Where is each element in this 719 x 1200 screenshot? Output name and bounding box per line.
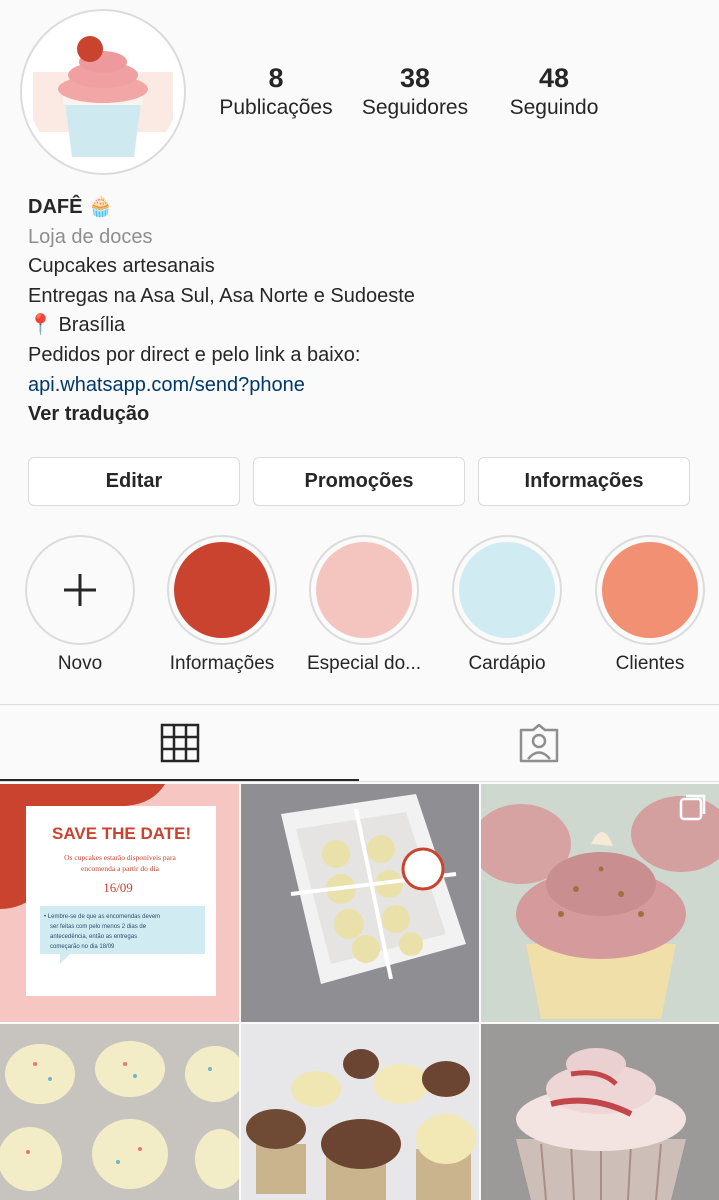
- cupcake-logo-icon: [28, 17, 178, 167]
- bio-link[interactable]: api.whatsapp.com/send?phone: [28, 371, 708, 401]
- highlight-label: Novo: [57, 653, 103, 674]
- mixed-cupcakes-photo: [241, 1024, 479, 1200]
- profile-avatar[interactable]: [20, 9, 186, 175]
- post-text: • Lembre-se de que as encomendas devem: [44, 914, 160, 920]
- cupcake-box-photo: [241, 784, 479, 1022]
- save-the-date-graphic: SAVE THE DATE! Os cupcakes estarão dispo…: [0, 784, 239, 1022]
- bio-line: Entregas na Asa Sul, Asa Norte e Sudoest…: [28, 284, 415, 307]
- post-thumbnail[interactable]: SAVE THE DATE! Os cupcakes estarão dispo…: [0, 784, 239, 1022]
- posts-count: 8: [268, 63, 284, 93]
- highlight-cover: [602, 542, 698, 638]
- highlight-label: Cardápio: [468, 653, 546, 674]
- bio-line: Pedidos por direct e pelo link a baixo:: [28, 343, 361, 366]
- following-label: Seguindo: [509, 96, 599, 119]
- post-date: 16/09: [103, 880, 133, 895]
- highlight-informacoes[interactable]: Informações: [152, 535, 292, 675]
- highlight-clientes[interactable]: Clientes: [580, 535, 719, 675]
- stat-followers[interactable]: 38 Seguidores: [347, 62, 483, 122]
- tab-grid[interactable]: [0, 705, 359, 781]
- plus-icon: [64, 574, 96, 606]
- post-thumbnail[interactable]: [241, 1024, 479, 1200]
- highlight-cover: [174, 542, 270, 638]
- highlight-especial[interactable]: Especial do...: [294, 535, 434, 675]
- following-count: 48: [538, 63, 570, 93]
- post-text: ser feitas com pelo menos 2 dias de: [50, 924, 147, 930]
- post-thumbnail[interactable]: [481, 784, 719, 1022]
- post-thumbnail[interactable]: [481, 1024, 719, 1200]
- profile-name: DAFÊ 🧁: [28, 196, 113, 218]
- highlight-cover: [459, 542, 555, 638]
- edit-profile-button[interactable]: Editar: [28, 457, 240, 506]
- bio-line: Cupcakes artesanais: [28, 255, 215, 278]
- highlight-cardapio[interactable]: Cardápio: [437, 535, 577, 675]
- stat-following[interactable]: 48 Seguindo: [489, 62, 619, 122]
- promotions-button[interactable]: Promoções: [253, 457, 465, 506]
- highlight-ring: [309, 535, 419, 645]
- post-text: antecedência, então as entregas: [50, 934, 137, 940]
- highlight-label: Especial do...: [306, 653, 422, 674]
- avatar: [28, 17, 178, 167]
- bio-line: 📍 Brasília: [28, 314, 126, 337]
- cupcake-tray-photo: [0, 1024, 239, 1200]
- stat-posts[interactable]: 8 Publicações: [205, 62, 347, 122]
- highlight-ring: [452, 535, 562, 645]
- post-text: Os cupcakes estarão disponíveis para: [64, 853, 176, 862]
- tagged-person-icon: [519, 723, 559, 763]
- profile-category: Loja de doces: [28, 225, 153, 248]
- highlight-ring: [25, 535, 135, 645]
- red-velvet-cupcake-photo: [481, 1024, 719, 1200]
- post-text: começarão no dia 18/09: [50, 944, 115, 950]
- post-thumbnail[interactable]: [0, 1024, 239, 1200]
- divider: [0, 781, 719, 782]
- see-translation-button[interactable]: Ver tradução: [28, 400, 708, 430]
- pink-cupcakes-photo: [481, 784, 719, 1022]
- followers-label: Seguidores: [361, 96, 469, 119]
- followers-count: 38: [399, 63, 431, 93]
- highlight-new[interactable]: Novo: [10, 535, 150, 675]
- highlight-cover: [316, 542, 412, 638]
- highlight-ring: [595, 535, 705, 645]
- profile-bio: DAFÊ 🧁 Loja de doces Cupcakes artesanais…: [28, 193, 708, 430]
- highlight-ring: [167, 535, 277, 645]
- post-text: encomenda a partir do dia: [81, 864, 160, 873]
- grid-icon: [160, 723, 199, 763]
- highlight-label: Clientes: [615, 653, 685, 674]
- info-button[interactable]: Informações: [478, 457, 690, 506]
- highlight-label: Informações: [169, 653, 275, 674]
- tab-tagged[interactable]: [359, 705, 719, 781]
- post-thumbnail[interactable]: [241, 784, 479, 1022]
- posts-label: Publicações: [219, 96, 333, 119]
- save-the-date-title: SAVE THE DATE!: [52, 824, 191, 843]
